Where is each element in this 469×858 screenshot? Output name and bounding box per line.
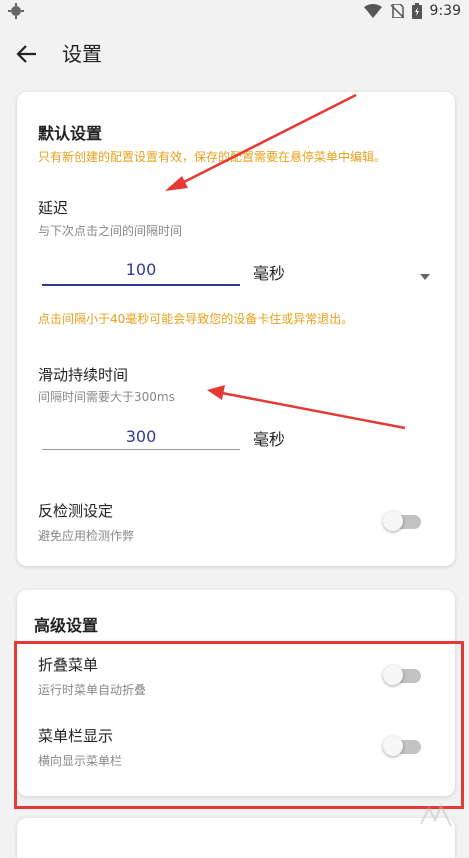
page-title: 设置 [62, 42, 102, 66]
app-bar: 设置 [0, 22, 469, 84]
back-arrow-icon[interactable] [14, 40, 42, 68]
delay-input[interactable] [42, 255, 240, 283]
swipe-duration-input[interactable] [42, 422, 240, 450]
toggle-knob [383, 511, 403, 531]
anti-detect-toggle[interactable] [383, 510, 421, 532]
anti-detect-subtitle: 避免应用检测作弊 [38, 529, 135, 543]
wifi-icon [363, 4, 382, 18]
swipe-duration-subtitle: 间隔时间需要大于300ms [38, 390, 175, 404]
clock-time: 9:39 [429, 3, 461, 19]
anti-detect-title: 反检测设定 [38, 502, 114, 520]
no-sim-icon [390, 4, 404, 18]
swipe-duration-title: 滑动持续时间 [38, 366, 129, 384]
default-settings-note: 只有新创建的配置设置有效，保存的配置需要在悬停菜单中编辑。 [38, 150, 387, 164]
delay-warning: 点击间隔小于40毫秒可能会导致您的设备卡住或异常退出。 [38, 312, 354, 326]
delay-subtitle: 与下次点击之间的间隔时间 [38, 224, 183, 238]
crosshair-icon [8, 3, 24, 19]
annotation-highlight-box [14, 641, 464, 809]
battery-icon [411, 3, 422, 19]
watermark-logo-icon [417, 802, 457, 832]
next-settings-card [17, 818, 455, 858]
delay-title: 延迟 [38, 199, 69, 217]
delay-unit: 毫秒 [253, 264, 286, 283]
advanced-settings-title: 高级设置 [34, 616, 99, 635]
swipe-duration-unit: 毫秒 [253, 430, 286, 449]
default-settings-title: 默认设置 [38, 124, 103, 143]
status-bar: 9:39 [0, 0, 469, 22]
swipe-input-underline [42, 449, 240, 450]
delay-input-underline [42, 284, 240, 286]
default-settings-card: 默认设置 只有新创建的配置设置有效，保存的配置需要在悬停菜单中编辑。 延迟 与下… [17, 92, 455, 566]
dropdown-arrow-icon[interactable] [419, 266, 431, 280]
